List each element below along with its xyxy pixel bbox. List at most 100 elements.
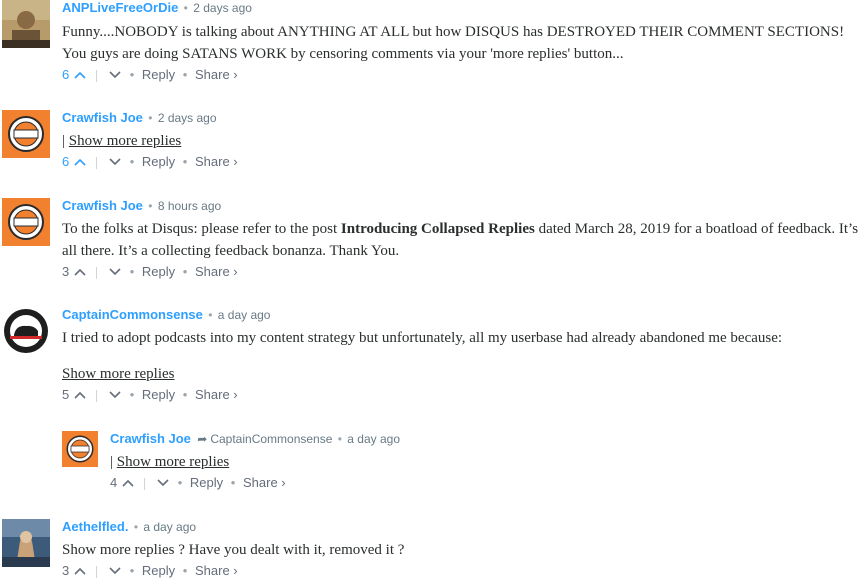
share-button[interactable]: Share ›: [195, 67, 238, 82]
reply-arrow-icon: ➦: [197, 432, 208, 446]
avatar[interactable]: [2, 198, 50, 246]
downvote-icon[interactable]: [108, 67, 122, 85]
comment-footer: 6 • Reply • Share ›: [62, 66, 864, 85]
avatar[interactable]: [2, 307, 50, 355]
avatar[interactable]: [2, 110, 50, 158]
timestamp[interactable]: 2 days ago: [193, 1, 252, 15]
divider: [96, 156, 98, 169]
comment-header: CaptainCommonsense • a day ago: [62, 307, 864, 323]
comment-text: To the folks at Disqus: please refer to …: [62, 221, 341, 237]
comment-footer: 3 • Reply • Share ›: [62, 562, 864, 581]
separator-dot: •: [177, 475, 183, 490]
separator-dot: •: [182, 154, 188, 169]
share-button[interactable]: Share ›: [195, 154, 238, 169]
separator-dot: •: [148, 111, 153, 125]
author-name[interactable]: Crawfish Joe: [62, 198, 143, 213]
upvote-icon[interactable]: [73, 154, 87, 172]
comment-footer: 3 • Reply • Share ›: [62, 263, 864, 282]
california-bear-icon: [2, 307, 50, 355]
vote-count: 6: [62, 154, 70, 169]
reply-button[interactable]: Reply: [142, 264, 175, 279]
comment-footer: 4 • Reply • Share ›: [110, 474, 864, 493]
author-name[interactable]: CaptainCommonsense: [62, 307, 203, 322]
comment-body: Funny....NOBODY is talking about ANYTHIN…: [62, 24, 845, 62]
author-name[interactable]: ANPLiveFreeOrDie: [62, 0, 178, 15]
reply-button[interactable]: Reply: [142, 563, 175, 578]
timestamp[interactable]: 8 hours ago: [158, 199, 221, 213]
comment-header: Crawfish Joe • 2 days ago: [62, 110, 864, 126]
divider: [144, 477, 146, 490]
comment-body: Show more replies ? Have you dealt with …: [62, 542, 405, 558]
vote-count: 3: [62, 264, 70, 279]
user-avatar-photo-icon: [2, 0, 50, 48]
separator-dot: •: [183, 1, 188, 15]
separator-dot: •: [182, 387, 188, 402]
share-button[interactable]: Share ›: [195, 387, 238, 402]
upvote-icon[interactable]: [73, 264, 87, 282]
separator-dot: •: [182, 563, 188, 578]
separator-dot: •: [129, 154, 135, 169]
comment-footer: 5 • Reply • Share ›: [62, 386, 864, 405]
vote-count: 3: [62, 563, 70, 578]
author-name[interactable]: Crawfish Joe: [110, 431, 191, 446]
separator-dot: •: [133, 520, 139, 534]
comment-body: | Show more replies: [62, 130, 864, 152]
upvote-icon[interactable]: [73, 387, 87, 405]
vote-count: 5: [62, 387, 70, 402]
separator-dot: •: [208, 308, 213, 322]
upvote-icon[interactable]: [73, 563, 87, 581]
share-button[interactable]: Share ›: [243, 475, 286, 490]
downvote-icon[interactable]: [156, 475, 170, 493]
comment-body: | Show more replies: [110, 451, 864, 473]
comment-footer: 6 • Reply • Share ›: [62, 153, 864, 172]
separator-dot: •: [129, 264, 135, 279]
downvote-icon[interactable]: [108, 154, 122, 172]
show-more-replies-link[interactable]: Show more replies: [62, 366, 174, 382]
pipe-separator: |: [110, 454, 114, 470]
reply-to-user[interactable]: CaptainCommonsense: [210, 432, 332, 446]
avatar[interactable]: [2, 519, 50, 567]
reply-button[interactable]: Reply: [142, 154, 175, 169]
downvote-icon[interactable]: [108, 563, 122, 581]
comment-header: Crawfish Joe ➦ CaptainCommonsense • a day…: [110, 431, 864, 447]
comment-body: I tried to adopt podcasts into my conten…: [62, 330, 783, 346]
comment-header: ANPLiveFreeOrDie • 2 days ago: [62, 0, 864, 16]
timestamp[interactable]: a day ago: [218, 308, 271, 322]
show-more-replies-link[interactable]: Show more replies: [69, 133, 181, 149]
reply-button[interactable]: Reply: [142, 67, 175, 82]
comment-header: Crawfish Joe • 8 hours ago: [62, 198, 864, 214]
separator-dot: •: [129, 387, 135, 402]
author-name[interactable]: Crawfish Joe: [62, 110, 143, 125]
divider: [96, 69, 98, 82]
separator-dot: •: [129, 563, 135, 578]
separator-dot: •: [182, 264, 188, 279]
separator-dot: •: [230, 475, 236, 490]
avatar[interactable]: [62, 431, 98, 467]
comment-body: Show more replies: [62, 363, 864, 385]
pipe-separator: |: [62, 133, 66, 149]
downvote-icon[interactable]: [108, 264, 122, 282]
separator-dot: •: [182, 67, 188, 82]
reply-button[interactable]: Reply: [190, 475, 223, 490]
share-button[interactable]: Share ›: [195, 264, 238, 279]
divider: [96, 389, 98, 402]
reply-button[interactable]: Reply: [142, 387, 175, 402]
giants-logo-icon: [2, 110, 50, 158]
separator-dot: •: [337, 432, 342, 446]
upvote-icon[interactable]: [121, 475, 135, 493]
timestamp[interactable]: a day ago: [347, 432, 400, 446]
user-avatar-photo-icon: [2, 519, 50, 567]
giants-logo-icon: [2, 198, 50, 246]
divider: [96, 266, 98, 279]
avatar[interactable]: [2, 0, 50, 48]
separator-dot: •: [129, 67, 135, 82]
vote-count: 4: [110, 475, 118, 490]
author-name[interactable]: Aethelfled.: [62, 519, 128, 534]
timestamp[interactable]: 2 days ago: [158, 111, 217, 125]
downvote-icon[interactable]: [108, 387, 122, 405]
share-button[interactable]: Share ›: [195, 563, 238, 578]
timestamp[interactable]: a day ago: [143, 520, 196, 534]
divider: [96, 565, 98, 578]
show-more-replies-link[interactable]: Show more replies: [117, 454, 229, 470]
upvote-icon[interactable]: [73, 67, 87, 85]
